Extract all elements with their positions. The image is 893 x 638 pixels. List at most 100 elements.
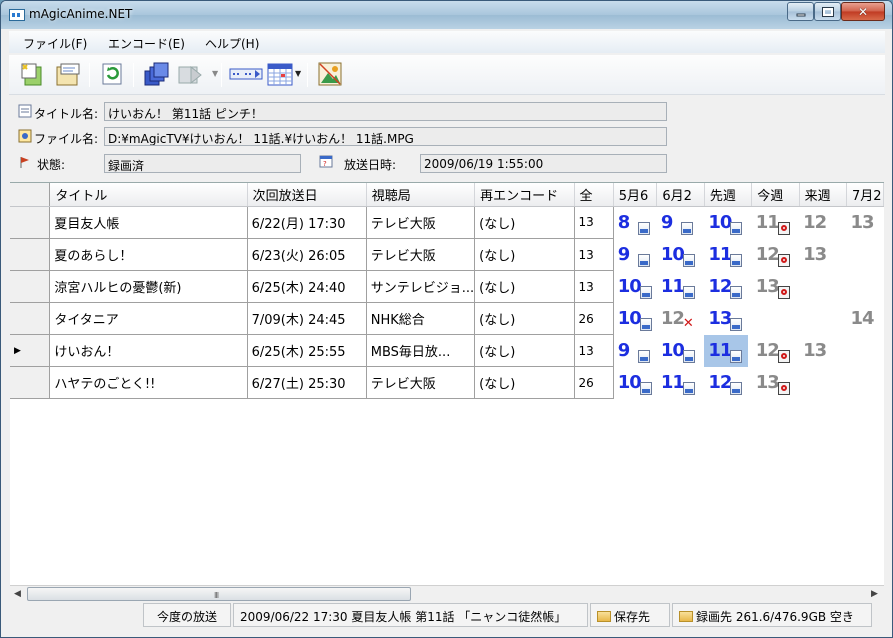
missing-x-icon[interactable]: ✕: [683, 316, 695, 331]
episode-cell[interactable]: 11: [657, 367, 705, 399]
episode-cell[interactable]: 11: [704, 239, 751, 271]
recorded-file-icon[interactable]: [730, 253, 743, 267]
cell-title[interactable]: タイタニア: [49, 302, 248, 335]
table-row[interactable]: ハヤテのごとく!! 6/27(土) 25:30 テレビ大阪 (なし) 26 10 11 12 1…: [10, 366, 884, 399]
table-row[interactable]: ▶ けいおん！ 6/25(木) 25:55 MBS毎日放... (なし) 13 9 10 11 1…: [10, 334, 884, 367]
column-header-this-week[interactable]: 今週: [751, 183, 800, 207]
next-broadcast-button[interactable]: 今度の放送: [143, 603, 231, 627]
copy-icon[interactable]: [143, 61, 169, 87]
recorded-file-icon[interactable]: [680, 221, 693, 235]
recorded-file-icon[interactable]: [682, 349, 695, 363]
scheduled-record-icon[interactable]: [777, 221, 790, 235]
cell-next-air[interactable]: 6/23(火) 26:05: [247, 238, 367, 271]
calendar-icon[interactable]: [267, 61, 293, 87]
episode-cell[interactable]: 9: [613, 239, 657, 271]
cell-title[interactable]: 夏のあらし！: [49, 238, 248, 271]
menu-file[interactable]: ファイル(F): [23, 35, 87, 52]
episode-cell[interactable]: 9: [613, 335, 657, 367]
episode-cell[interactable]: 11: [657, 271, 705, 303]
table-row[interactable]: タイタニア 7/09(木) 24:45 NHK総合 (なし) 26 10 12 ✕ 13 14: [10, 302, 884, 335]
recorded-file-icon[interactable]: [730, 317, 743, 331]
cell-next-air[interactable]: 6/22(月) 17:30: [247, 206, 367, 239]
play-icon[interactable]: [177, 61, 203, 87]
episode-cell[interactable]: 10: [657, 239, 705, 271]
episode-cell[interactable]: 13: [799, 335, 846, 367]
refresh-icon[interactable]: [99, 61, 125, 87]
episode-cell[interactable]: 10: [613, 367, 657, 399]
episode-cell[interactable]: [752, 303, 799, 335]
row-header[interactable]: [10, 302, 51, 335]
episode-cell[interactable]: [799, 303, 846, 335]
cell-title[interactable]: 夏目友人帳: [49, 206, 248, 239]
cell-station[interactable]: NHK総合: [366, 302, 476, 335]
cell-next-air[interactable]: 6/25(木) 25:55: [247, 334, 367, 367]
episode-cell[interactable]: 12: [704, 271, 751, 303]
episode-cell[interactable]: 10: [613, 303, 657, 335]
episode-cell[interactable]: 9: [657, 206, 705, 239]
record-folder-button[interactable]: 録画先 261.6/476.9GB 空き: [672, 603, 872, 627]
image-icon[interactable]: [317, 61, 343, 87]
properties-icon[interactable]: [55, 61, 81, 87]
recorded-file-icon[interactable]: [639, 317, 652, 331]
recorded-file-icon[interactable]: [682, 285, 695, 299]
column-header-station[interactable]: 視聴局: [366, 183, 476, 207]
episode-cell[interactable]: 13: [799, 239, 846, 271]
scheduled-record-icon[interactable]: [777, 381, 790, 395]
cell-station[interactable]: MBS毎日放...: [366, 334, 476, 367]
episode-cell[interactable]: [846, 271, 883, 303]
episode-cell[interactable]: 12: [799, 206, 846, 239]
episode-cell[interactable]: 13: [704, 303, 751, 335]
maximize-button[interactable]: [814, 2, 841, 21]
column-header-reencode[interactable]: 再エンコード: [474, 183, 575, 207]
episode-cell[interactable]: 10: [657, 335, 705, 367]
episode-cell[interactable]: [799, 367, 846, 399]
episode-cell[interactable]: [846, 239, 883, 271]
episode-cell[interactable]: 12: [704, 367, 751, 399]
horizontal-scrollbar[interactable]: ◀ III ▶: [10, 585, 884, 602]
episode-cell[interactable]: 12 ✕: [657, 303, 705, 335]
cell-reencode[interactable]: (なし): [474, 206, 575, 239]
cell-total[interactable]: 13: [574, 206, 614, 239]
recorded-file-icon[interactable]: [637, 349, 650, 363]
menu-encode[interactable]: エンコード(E): [108, 35, 185, 52]
file-field[interactable]: D:¥mAgicTV¥けいおん！ 11話.¥けいおん！ 11話.MPG: [104, 127, 667, 146]
column-header-next-air[interactable]: 次回放送日: [247, 183, 367, 207]
column-header-total[interactable]: 全: [574, 183, 614, 207]
scroll-right-icon[interactable]: ▶: [871, 589, 878, 599]
minimize-button[interactable]: [787, 2, 814, 21]
scheduled-record-icon[interactable]: [777, 349, 790, 363]
cell-reencode[interactable]: (なし): [474, 366, 575, 399]
title-bar[interactable]: mAgicAnime.NET ✕: [1, 1, 892, 29]
column-header-week[interactable]: 5月6: [613, 183, 658, 207]
episode-cell[interactable]: 11: [752, 206, 799, 239]
cell-reencode[interactable]: (なし): [474, 238, 575, 271]
cell-station[interactable]: サンテレビジョ...: [366, 270, 476, 303]
column-header-last-week[interactable]: 先週: [704, 183, 753, 207]
episode-cell[interactable]: [799, 271, 846, 303]
encode-icon[interactable]: [229, 61, 263, 87]
cell-next-air[interactable]: 6/25(木) 24:40: [247, 270, 367, 303]
row-header[interactable]: ▶: [10, 334, 51, 367]
menu-help[interactable]: ヘルプ(H): [205, 35, 259, 52]
cell-station[interactable]: テレビ大阪: [366, 238, 476, 271]
column-header-week[interactable]: 6月2: [656, 183, 705, 207]
dropdown-arrow-icon[interactable]: ▼: [212, 69, 218, 78]
cell-reencode[interactable]: (なし): [474, 334, 575, 367]
episode-cell[interactable]: 13: [846, 206, 883, 239]
cell-station[interactable]: テレビ大阪: [366, 366, 476, 399]
cell-next-air[interactable]: 7/09(木) 24:45: [247, 302, 367, 335]
recorded-file-icon[interactable]: [682, 253, 695, 267]
episode-cell[interactable]: 11: [704, 334, 751, 367]
column-header-next-week[interactable]: 来週: [799, 183, 847, 207]
table-row[interactable]: 夏目友人帳 6/22(月) 17:30 テレビ大阪 (なし) 13 8 9 10 11 12 13: [10, 206, 884, 239]
table-row[interactable]: 涼宮ハルヒの憂鬱(新) 6/25(木) 24:40 サンテレビジョ... (なし) 13…: [10, 270, 884, 303]
cell-total[interactable]: 13: [574, 270, 614, 303]
episode-cell[interactable]: 10: [704, 206, 751, 239]
row-header[interactable]: [10, 270, 51, 303]
cell-station[interactable]: テレビ大阪: [366, 206, 476, 239]
column-header-week[interactable]: 7月2: [846, 183, 884, 207]
episode-cell[interactable]: [846, 367, 883, 399]
episode-cell[interactable]: 10: [613, 271, 657, 303]
status-field[interactable]: 録画済: [104, 154, 301, 173]
scroll-thumb[interactable]: III: [27, 587, 411, 601]
